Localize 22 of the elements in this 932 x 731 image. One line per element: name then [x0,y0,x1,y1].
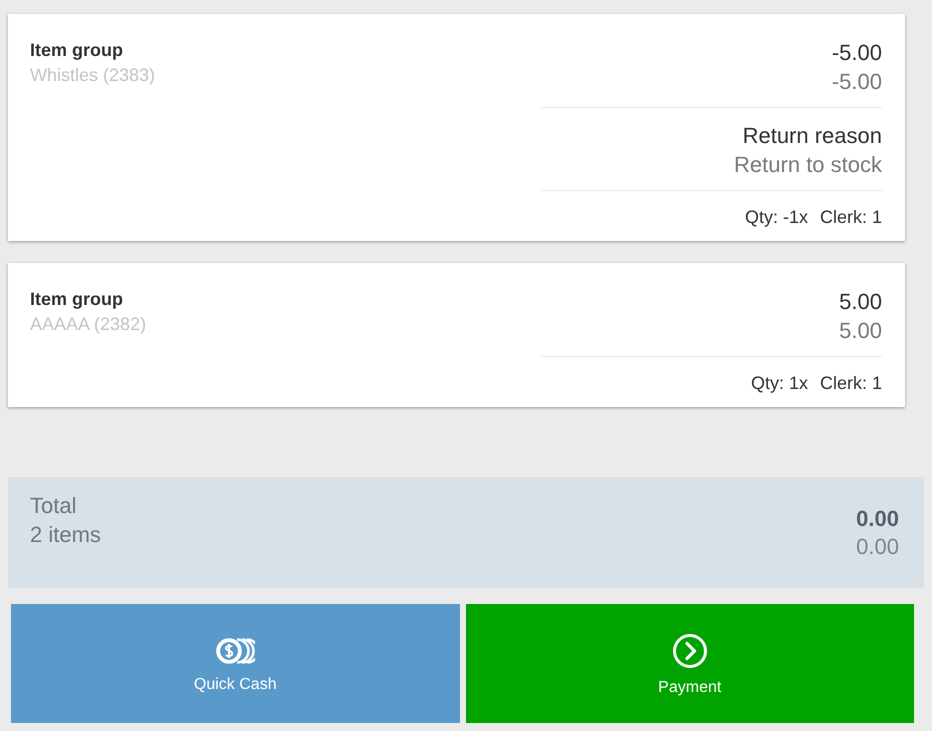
item-subtitle: AAAAA (2382) [30,313,146,336]
item-amount-secondary: 5.00 [839,317,882,345]
line-item-card[interactable]: Item group Whistles (2383) -5.00 -5.00 Return reason Return to stock Qty: -1x Clerk: 1 [8,14,905,241]
chevron-circle-icon [672,633,708,669]
quantity-text: Qty: -1x [744,206,808,229]
quantity-text: Qty: 1x [750,372,808,395]
item-title: Item group [30,39,123,62]
clerk-text: Clerk: 1 [820,372,882,395]
total-label: Total [30,492,76,520]
detail-label: Return reason [742,122,882,150]
item-amount: 5.00 [839,288,882,316]
item-subtitle: Whistles (2383) [30,64,156,87]
total-amount-secondary: 0.00 [856,532,899,560]
item-amount-secondary: -5.00 [832,68,882,96]
item-count: 2 items [30,521,101,549]
detail-value: Return to stock [734,151,882,179]
item-title: Item group [30,288,123,311]
total-amount: 0.00 [856,504,899,532]
clerk-text: Clerk: 1 [820,206,882,229]
item-amount: -5.00 [832,39,882,67]
coins-icon [215,636,256,666]
line-item-card[interactable]: Item group AAAAA (2382) 5.00 5.00 Qty: 1x Clerk: 1 [8,263,905,407]
